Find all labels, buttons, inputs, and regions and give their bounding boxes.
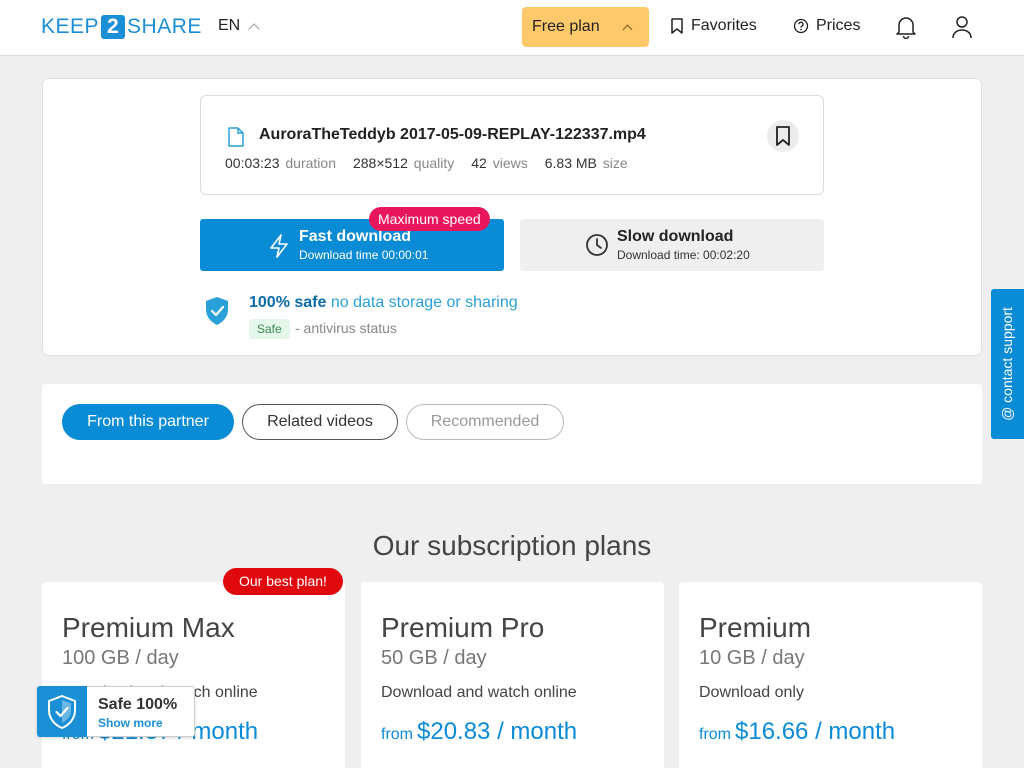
plan-quota: 50 GB / day <box>381 647 487 669</box>
shield-check-icon <box>206 297 228 325</box>
plan-description: Download and watch online <box>381 684 577 701</box>
safe-widget-shield <box>37 686 87 737</box>
contact-support-text: @ contact support <box>999 307 1015 421</box>
lightning-icon <box>270 234 288 258</box>
user-icon[interactable] <box>951 15 973 39</box>
bookmark-icon <box>671 18 683 34</box>
antivirus-status-label: - antivirus status <box>295 320 397 336</box>
slow-download-label: Slow download <box>617 228 734 245</box>
safety-headline: 100% safe no data storage or sharing <box>249 294 518 312</box>
plan-price: from $16.66 / month <box>699 718 895 746</box>
safe-widget-title: Safe 100% <box>98 696 178 713</box>
nav-prices-label: Prices <box>816 17 861 34</box>
contact-support-tab[interactable]: @ contact support <box>991 289 1024 439</box>
file-size-value: 6.83 MB <box>544 155 597 171</box>
free-plan-label: Free plan <box>532 18 600 35</box>
at-sign-icon: @ <box>999 402 1015 421</box>
plan-price-amount: $16.66 / month <box>735 718 896 745</box>
plan-card-premium-pro[interactable]: Premium Pro 50 GB / day Download and wat… <box>361 582 664 768</box>
plan-name: Premium <box>699 612 812 643</box>
file-quality-value: 288×512 <box>352 155 408 171</box>
safe-status-badge: Safe <box>249 319 290 339</box>
bookmark-icon <box>776 126 790 146</box>
file-quality-label: quality <box>413 155 455 171</box>
top-header: KEEP 2 SHARE EN Free plan Favorites Pric… <box>0 0 1024 56</box>
shield-check-icon <box>48 694 76 729</box>
add-to-favorites-button[interactable] <box>767 120 799 152</box>
file-name: AuroraTheTeddyb 2017-05-09-REPLAY-122337… <box>259 126 646 143</box>
nav-favorites[interactable]: Favorites <box>670 17 757 35</box>
plan-price-from: from <box>699 726 731 743</box>
file-views-value: 42 <box>471 155 487 171</box>
slow-download-time: Download time: 00:02:20 <box>617 248 750 262</box>
file-views: 42 views <box>471 155 527 171</box>
file-duration-value: 00:03:23 <box>225 155 280 171</box>
plan-name: Premium Max <box>62 612 235 643</box>
file-duration-label: duration <box>285 155 336 171</box>
bell-icon[interactable] <box>895 15 917 39</box>
logo-text-2: 2 <box>101 15 126 39</box>
plan-price-amount: $20.83 / month <box>417 718 578 745</box>
logo-text-keep: KEEP <box>41 15 100 38</box>
file-size: 6.83 MB size <box>545 155 628 171</box>
best-plan-badge: Our best plan! <box>223 568 343 595</box>
contact-support-label: contact support <box>999 307 1015 403</box>
safe-100-widget[interactable]: Safe 100% Show more <box>37 686 195 737</box>
plan-quota: 10 GB / day <box>699 647 805 669</box>
slow-download-button[interactable]: Slow download Download time: 00:02:20 <box>520 219 824 271</box>
plan-description: Download only <box>699 684 804 701</box>
language-label: EN <box>218 17 241 34</box>
tab-related-videos[interactable]: Related videos <box>242 404 398 440</box>
file-quality: 288×512 quality <box>353 155 454 171</box>
safety-headline-bold: 100% safe <box>249 294 327 311</box>
plan-name: Premium Pro <box>381 612 545 643</box>
keep2share-logo[interactable]: KEEP 2 SHARE <box>41 15 202 39</box>
show-more-link[interactable]: Show more <box>98 716 163 730</box>
language-selector[interactable]: EN <box>218 17 260 35</box>
file-size-label: size <box>602 155 628 171</box>
nav-favorites-label: Favorites <box>691 17 757 34</box>
logo-text-share: SHARE <box>127 15 202 38</box>
help-circle-icon <box>793 18 809 34</box>
file-meta: 00:03:23 duration 288×512 quality 42 vie… <box>225 155 645 171</box>
fast-download-time: Download time 00:00:01 <box>299 248 429 262</box>
maximum-speed-badge: Maximum speed <box>369 207 490 231</box>
tab-from-this-partner[interactable]: From this partner <box>62 404 234 440</box>
plan-card-premium[interactable]: Premium 10 GB / day Download only from $1… <box>679 582 982 768</box>
file-duration: 00:03:23 duration <box>225 155 336 171</box>
plan-card-premium-max[interactable]: Premium Max 100 GB / day Download and wa… <box>42 582 345 768</box>
plan-price: from $20.83 / month <box>381 718 577 746</box>
file-views-label: views <box>492 155 528 171</box>
clock-icon <box>586 234 608 256</box>
safety-headline-rest: no data storage or sharing <box>330 294 518 311</box>
plans-section-title: Our subscription plans <box>372 530 652 561</box>
file-info-box <box>200 95 824 195</box>
free-plan-button[interactable]: Free plan <box>522 7 649 47</box>
plan-price-from: from <box>381 726 413 743</box>
file-icon <box>228 127 244 147</box>
chevron-up-icon <box>248 22 260 35</box>
plan-quota: 100 GB / day <box>62 647 179 669</box>
nav-prices[interactable]: Prices <box>793 17 860 35</box>
tab-recommended[interactable]: Recommended <box>406 404 564 440</box>
chevron-up-icon <box>622 24 633 35</box>
